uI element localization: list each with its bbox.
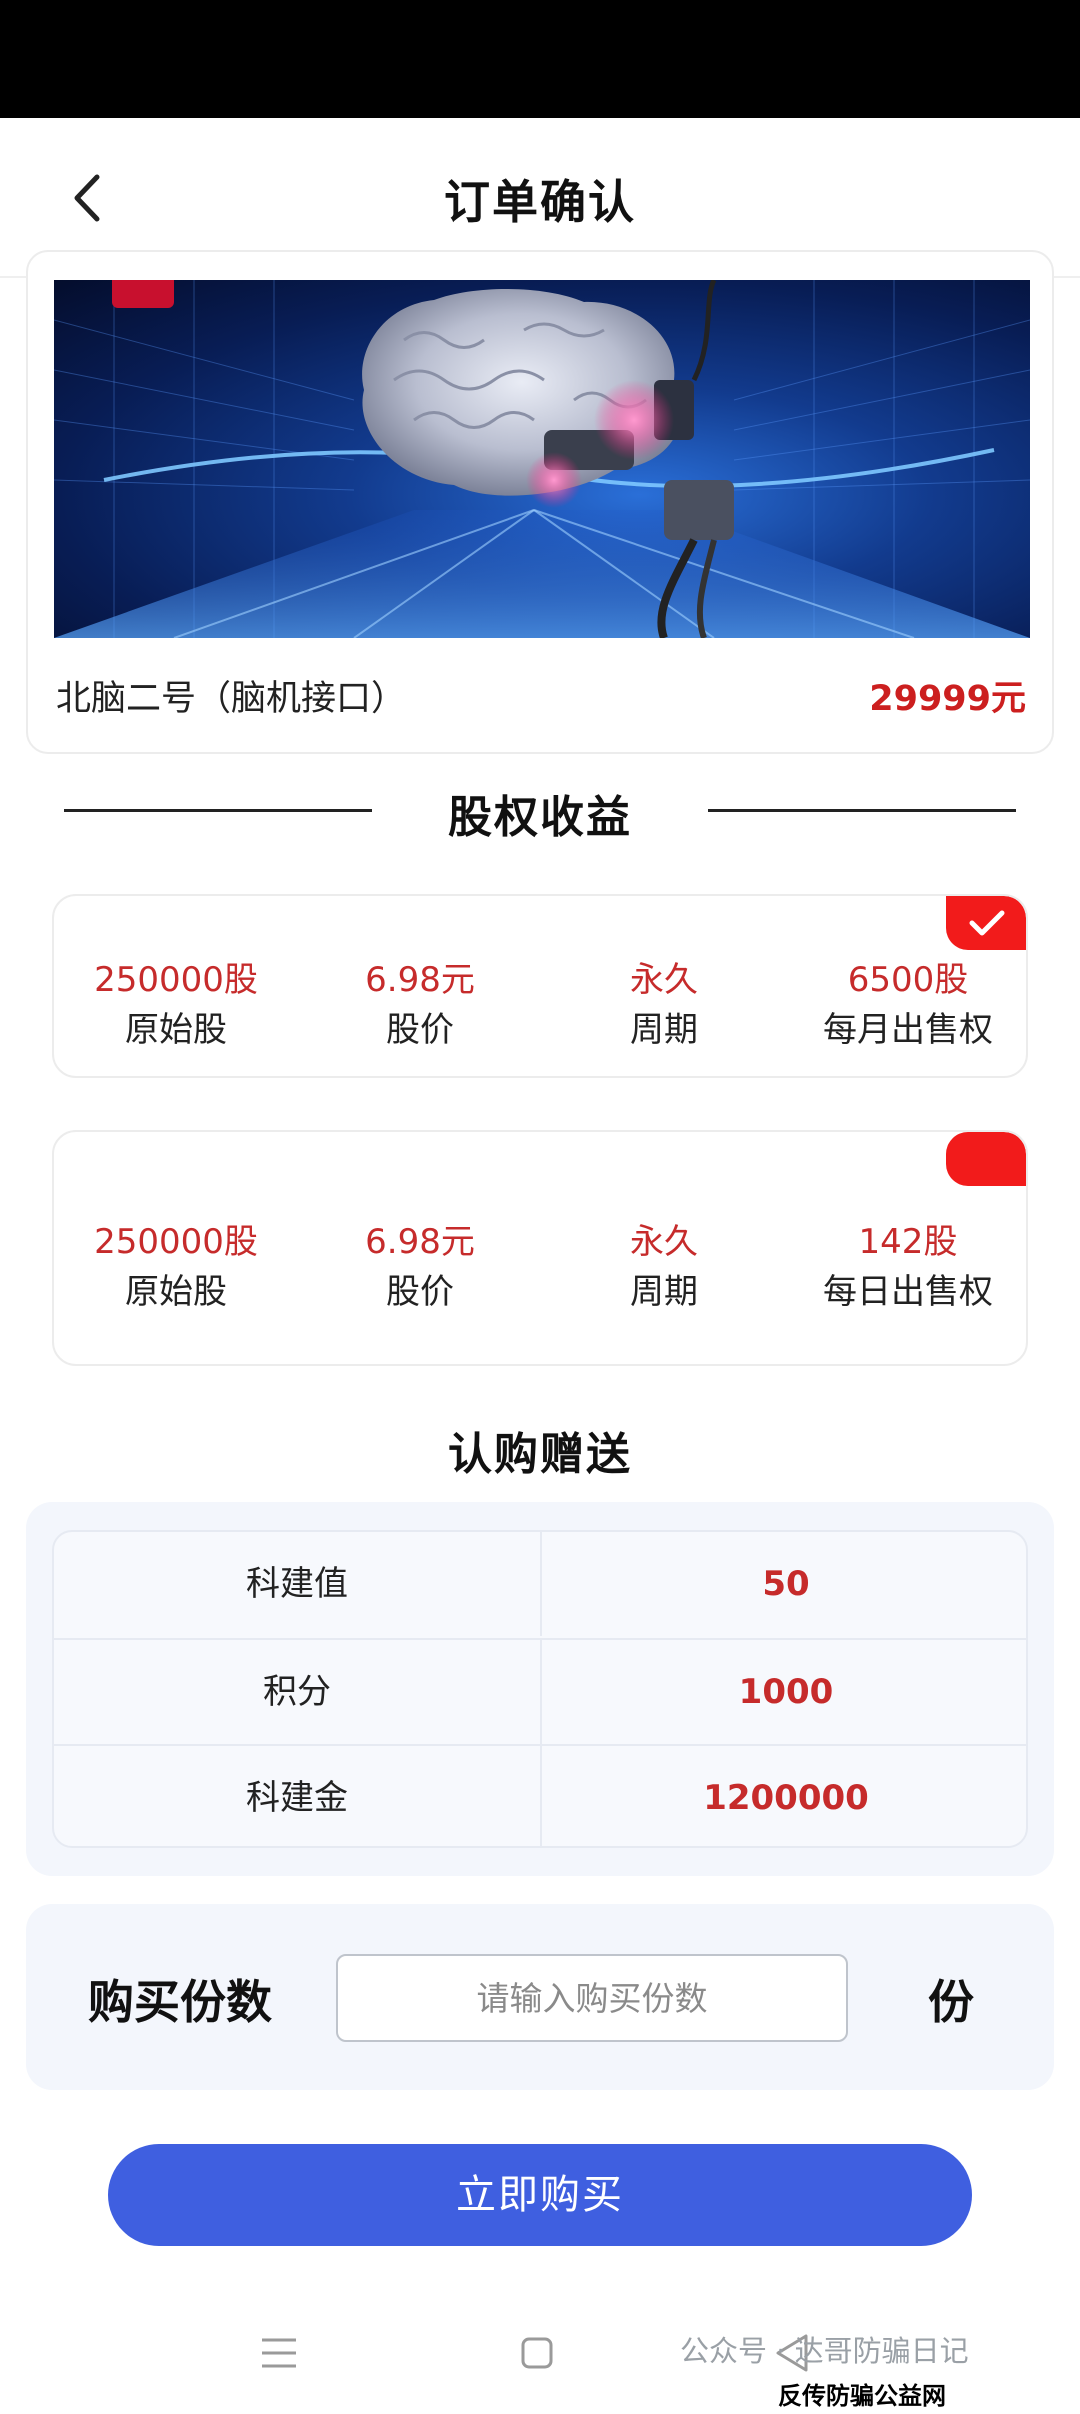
table-row: 积分 1000 [54, 1638, 1026, 1744]
shares-value: 250000股 [94, 960, 258, 1000]
status-bar [0, 0, 1080, 118]
gift-value: 1200000 [703, 1778, 869, 1818]
quantity-unit: 份 [928, 1975, 974, 2029]
menu-icon [262, 2338, 296, 2368]
gift-value: 50 [762, 1564, 810, 1604]
price-value: 6.98元 [365, 960, 475, 1000]
sell-right-label: 每月出售权 [823, 1010, 993, 1050]
page-title: 订单确认 [444, 175, 636, 229]
sell-right-label: 每日出售权 [823, 1272, 993, 1312]
product-image [54, 280, 1030, 638]
divider-line [708, 809, 1016, 812]
plan-column: 250000股 原始股 [54, 896, 298, 1076]
logo-badge [112, 280, 174, 308]
gift-table: 科建值 50 积分 1000 科建金 1200000 [52, 1530, 1028, 1848]
product-name: 北脑二号（脑机接口） [56, 679, 407, 719]
checkmark-icon [969, 910, 1005, 936]
square-home-icon [521, 2337, 553, 2369]
period-label: 周期 [630, 1272, 698, 1312]
plan-column: 6.98元 股价 [298, 1132, 542, 1364]
buy-now-button[interactable]: 立即购买 [108, 2144, 972, 2246]
shares-label: 原始股 [125, 1010, 227, 1050]
gift-key: 科建金 [54, 1746, 542, 1846]
gift-value: 1000 [738, 1672, 834, 1712]
period-value: 永久 [630, 1222, 698, 1262]
shares-value: 250000股 [94, 1222, 258, 1262]
nav-home-button[interactable] [502, 2318, 572, 2388]
section-title: 股权收益 [448, 792, 632, 843]
plan-option-monthly[interactable]: 250000股 原始股 6.98元 股价 永久 周期 6500股 每月出售权 [52, 894, 1028, 1078]
table-row: 科建金 1200000 [54, 1744, 1026, 1846]
gift-section-title: 认购赠送 [448, 1429, 632, 1480]
product-card: 北脑二号（脑机接口） 29999元 [26, 250, 1054, 754]
quantity-input[interactable] [336, 1954, 848, 2042]
plan-column: 250000股 原始股 [54, 1132, 298, 1364]
product-price: 29999元 [869, 679, 1026, 719]
price-value: 6.98元 [365, 1222, 475, 1262]
watermark-site: 反传防骗公益网 www.wazi.cc [778, 2382, 950, 2414]
equity-section-header: 股权收益 [0, 775, 1080, 845]
gift-key: 积分 [54, 1640, 542, 1744]
quantity-label: 购买份数 [88, 1975, 272, 2029]
shares-label: 原始股 [125, 1272, 227, 1312]
plan-option-daily[interactable]: 250000股 原始股 6.98元 股价 永久 周期 142股 每日出售权 [52, 1130, 1028, 1366]
unselected-indicator [946, 1132, 1026, 1186]
selected-indicator [946, 896, 1026, 950]
gift-key: 科建值 [54, 1532, 542, 1636]
price-label: 股价 [386, 1010, 454, 1050]
price-label: 股价 [386, 1272, 454, 1312]
period-label: 周期 [630, 1010, 698, 1050]
table-row: 科建值 50 [54, 1532, 1026, 1638]
nav-menu-button[interactable] [244, 2318, 314, 2388]
sell-right-value: 6500股 [847, 960, 969, 1000]
plan-column: 永久 周期 [542, 1132, 786, 1364]
watermark-text: 公众号 · 达哥防骗日记 [680, 2334, 969, 2368]
sell-right-value: 142股 [858, 1222, 958, 1262]
gift-panel: 科建值 50 积分 1000 科建金 1200000 [26, 1502, 1054, 1876]
plan-column: 永久 周期 [542, 896, 786, 1076]
quantity-panel: 购买份数 份 [26, 1904, 1054, 2090]
plan-column: 6.98元 股价 [298, 896, 542, 1076]
period-value: 永久 [630, 960, 698, 1000]
